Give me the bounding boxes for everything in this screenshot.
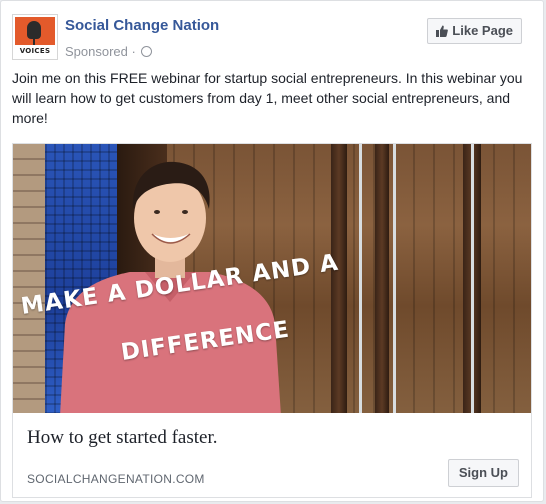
globe-icon[interactable]: [141, 46, 153, 57]
sign-up-button[interactable]: Sign Up: [447, 459, 519, 487]
like-page-label: Like Page: [452, 23, 513, 38]
ad-image[interactable]: MAKE A DOLLAR AND A DIFFERENCE: [12, 143, 532, 414]
metal-strip: [471, 144, 474, 414]
link-preview[interactable]: How to get started faster. SOCIALCHANGEN…: [12, 413, 532, 498]
sponsored-label[interactable]: Sponsored: [65, 44, 128, 59]
dark-pillar: [375, 144, 389, 414]
metal-strip: [359, 144, 362, 414]
sponsored-post-card: VOICES Social Change Nation Sponsored · …: [0, 0, 544, 502]
link-domain: SOCIALCHANGENATION.COM: [27, 472, 205, 486]
post-body-text: Join me on this FREE webinar for startup…: [12, 70, 523, 126]
like-page-button[interactable]: Like Page: [427, 18, 522, 44]
meta-separator: ·: [131, 44, 136, 59]
link-headline[interactable]: How to get started faster.: [27, 427, 217, 449]
thumbs-up-icon: [436, 25, 449, 37]
metal-strip: [393, 144, 396, 414]
page-name-link[interactable]: Social Change Nation: [65, 17, 219, 34]
post-meta: Sponsored ·: [65, 44, 153, 59]
avatar-logo-text: VOICES: [15, 45, 55, 57]
microphone-icon: [27, 21, 41, 39]
dark-pillar: [331, 144, 347, 414]
post-header: VOICES Social Change Nation Sponsored · …: [12, 14, 532, 64]
page-avatar[interactable]: VOICES: [12, 14, 58, 60]
